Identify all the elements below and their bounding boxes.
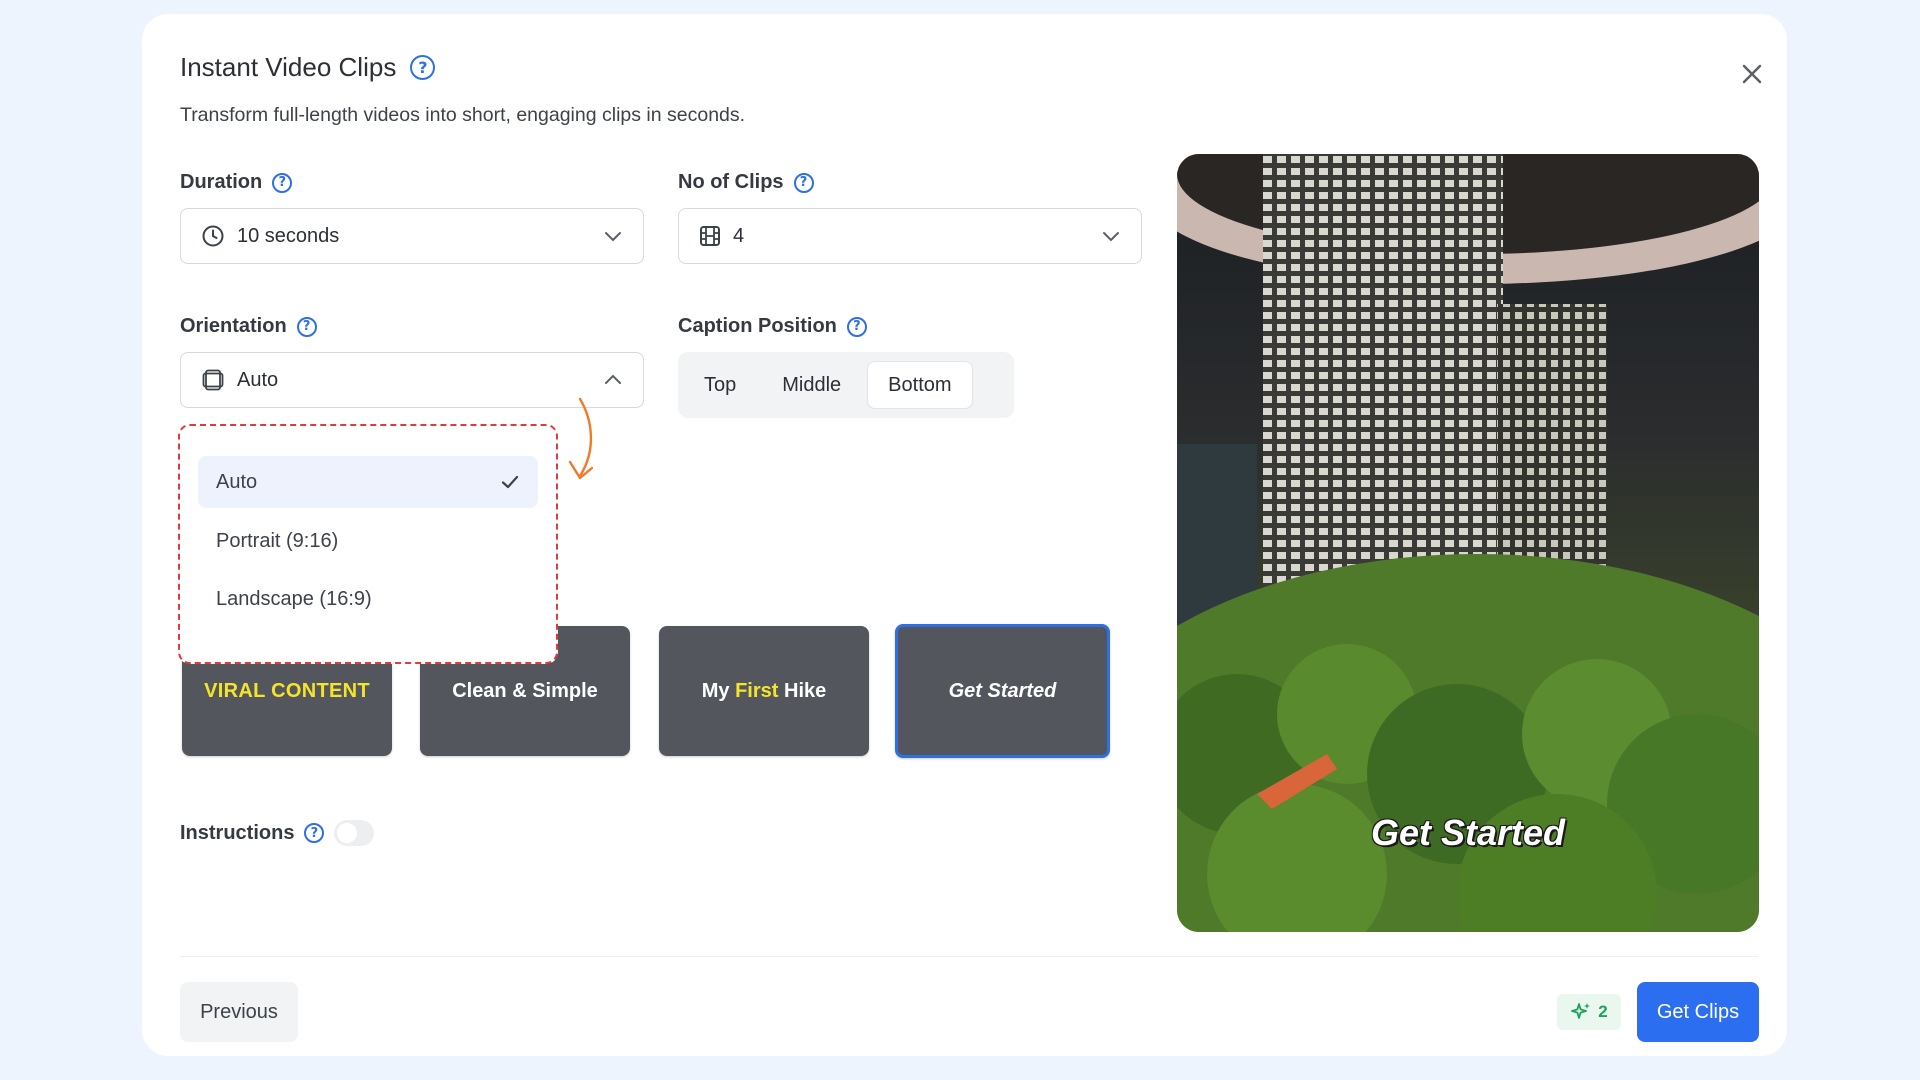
caption-style-label: VIRAL CONTENT: [204, 679, 370, 702]
help-icon[interactable]: ?: [793, 172, 814, 193]
caption-position-label-row: Caption Position ?: [678, 315, 867, 338]
caption-style-highlight-word: First: [735, 679, 779, 702]
caption-style-label: Get Started: [948, 679, 1057, 702]
caption-style-label-part: My: [701, 679, 736, 702]
help-icon[interactable]: ?: [296, 316, 317, 337]
caption-position-label: Caption Position: [678, 315, 837, 337]
caption-style-my-first-hike[interactable]: My First Hike: [659, 626, 869, 756]
caption-style-label: Clean & Simple: [452, 679, 598, 702]
orientation-value: Auto: [237, 368, 279, 391]
clips-label: No of Clips: [678, 171, 784, 193]
caption-style-label-part: Hike: [778, 679, 827, 702]
orientation-dropdown-menu: Auto Portrait (9:16) Landscape (16:9): [178, 424, 558, 664]
close-icon: [1742, 64, 1762, 84]
chevron-down-icon: [603, 226, 623, 246]
film-icon: [700, 226, 720, 246]
instructions-label: Instructions: [180, 821, 295, 844]
aspect-ratio-icon: [202, 369, 224, 391]
previous-button[interactable]: Previous: [180, 982, 298, 1042]
chevron-down-icon: [1101, 226, 1121, 246]
duration-label-row: Duration ?: [180, 171, 293, 194]
duration-value: 10 seconds: [237, 224, 340, 247]
caption-position-bottom[interactable]: Bottom: [867, 361, 973, 409]
orientation-label: Orientation: [180, 315, 287, 337]
get-clips-button[interactable]: Get Clips: [1637, 982, 1759, 1042]
instructions-row: Instructions ?: [180, 820, 375, 846]
orientation-option-auto[interactable]: Auto: [198, 456, 538, 508]
orientation-option-portrait[interactable]: Portrait (9:16): [198, 515, 538, 567]
modal-subtitle: Transform full-length videos into short,…: [180, 104, 746, 126]
caption-position-segmented-control: Top Middle Bottom: [678, 352, 1014, 418]
help-icon[interactable]: ?: [410, 55, 436, 80]
credits-badge: 2: [1557, 994, 1621, 1030]
instructions-toggle[interactable]: [334, 820, 375, 846]
clips-select[interactable]: 4: [678, 208, 1142, 264]
caption-position-middle[interactable]: Middle: [762, 361, 861, 409]
caption-position-top[interactable]: Top: [684, 361, 756, 409]
duration-label: Duration: [180, 171, 263, 193]
orientation-option-landscape[interactable]: Landscape (16:9): [198, 573, 538, 625]
annotation-arrow-icon: [568, 397, 594, 480]
sparkles-icon: [1571, 1003, 1591, 1019]
option-label: Landscape (16:9): [216, 587, 372, 610]
close-button[interactable]: [1732, 54, 1772, 94]
duration-select[interactable]: 10 seconds: [180, 208, 644, 264]
help-icon[interactable]: ?: [272, 172, 293, 193]
video-preview: Get Started: [1177, 154, 1759, 932]
credits-count: 2: [1598, 1002, 1608, 1021]
orientation-label-row: Orientation ?: [180, 315, 317, 338]
option-label: Portrait (9:16): [216, 529, 339, 552]
clips-label-row: No of Clips ?: [678, 171, 814, 194]
caption-style-get-started[interactable]: Get Started: [895, 624, 1110, 758]
clock-icon: [202, 225, 224, 247]
help-icon[interactable]: ?: [304, 823, 325, 843]
preview-caption: Get Started: [1370, 812, 1566, 853]
chevron-up-icon: [603, 370, 623, 390]
footer-divider: [180, 956, 1758, 957]
clips-value: 4: [733, 224, 745, 247]
check-icon: [500, 472, 520, 492]
help-icon[interactable]: ?: [846, 316, 867, 337]
option-label: Auto: [216, 470, 258, 493]
modal-title-row: Instant Video Clips ?: [180, 52, 436, 83]
instant-video-clips-modal: Instant Video Clips ? Transform full-len…: [142, 14, 1787, 1056]
modal-title: Instant Video Clips: [180, 52, 397, 82]
